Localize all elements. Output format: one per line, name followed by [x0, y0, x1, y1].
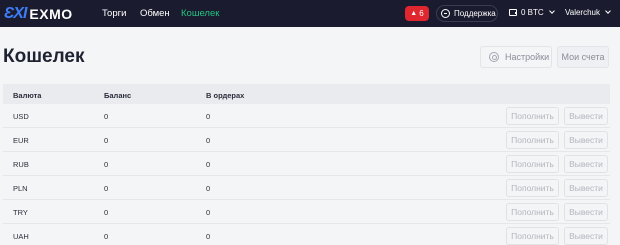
username: Valerchuk — [565, 8, 600, 17]
in-orders-cell: 0 — [206, 184, 211, 193]
column-header-balance: Баланс — [104, 91, 132, 100]
logo-text: EXMO — [29, 5, 73, 22]
in-orders-cell: 0 — [206, 232, 211, 241]
wallet-table: Валюта Баланс В ордерах USD 0 0 Пополнит… — [3, 84, 610, 245]
column-header-currency: Валюта — [13, 91, 42, 100]
nav-link-trading[interactable]: Торги — [102, 8, 126, 19]
balance-label: 0 BTC — [521, 8, 544, 17]
currency-cell: RUB — [13, 160, 29, 169]
balance-cell: 0 — [104, 232, 109, 241]
deposit-button[interactable]: Пополнить — [506, 203, 559, 221]
chat-icon — [441, 9, 450, 18]
deposit-button[interactable]: Пополнить — [506, 155, 559, 173]
chevron-down-icon — [548, 8, 555, 14]
in-orders-cell: 0 — [206, 160, 211, 169]
support-label: Поддержка — [454, 9, 496, 18]
withdraw-button[interactable]: Вывести — [564, 227, 608, 245]
wallet-icon — [509, 9, 517, 16]
balance-cell: 0 — [104, 136, 109, 145]
currency-cell: EUR — [13, 136, 29, 145]
currency-cell: UAH — [13, 232, 29, 241]
nav-link-wallet[interactable]: Кошелек — [181, 8, 219, 19]
megaphone-icon: ▲ — [410, 10, 418, 17]
notifications-count: 6 — [419, 9, 424, 18]
page-title: Кошелек — [3, 46, 85, 67]
in-orders-cell: 0 — [206, 208, 211, 217]
in-orders-cell: 0 — [206, 112, 211, 121]
table-row: UAH 0 0 Пополнить Вывести — [3, 224, 610, 245]
my-accounts-button[interactable]: Мои счета — [557, 46, 609, 68]
withdraw-button[interactable]: Вывести — [564, 179, 608, 197]
deposit-button[interactable]: Пополнить — [506, 227, 559, 245]
table-row: TRY 0 0 Пополнить Вывести — [3, 200, 610, 224]
gear-icon — [489, 52, 499, 62]
in-orders-cell: 0 — [206, 136, 211, 145]
table-row: EUR 0 0 Пополнить Вывести — [3, 128, 610, 152]
balance-cell: 0 — [104, 184, 109, 193]
withdraw-button[interactable]: Вывести — [564, 131, 608, 149]
balance-cell: 0 — [104, 208, 109, 217]
deposit-button[interactable]: Пополнить — [506, 179, 559, 197]
user-menu[interactable]: Valerchuk — [565, 8, 611, 17]
currency-cell: PLN — [13, 184, 28, 193]
withdraw-button[interactable]: Вывести — [564, 203, 608, 221]
table-row: USD 0 0 Пополнить Вывести — [3, 104, 610, 128]
top-navigation-bar: ƐXI EXMO Торги Обмен Кошелек ▲ 6 Поддерж… — [0, 0, 620, 27]
nav-link-exchange[interactable]: Обмен — [140, 8, 170, 19]
chevron-down-icon — [605, 8, 611, 14]
table-row: RUB 0 0 Пополнить Вывести — [3, 152, 610, 176]
withdraw-button[interactable]: Вывести — [564, 155, 608, 173]
balance-cell: 0 — [104, 160, 109, 169]
balance-dropdown[interactable]: 0 BTC — [509, 8, 555, 17]
deposit-button[interactable]: Пополнить — [506, 131, 559, 149]
table-header: Валюта Баланс В ордерах — [3, 84, 610, 104]
currency-cell: TRY — [13, 208, 28, 217]
column-header-in-orders: В ордерах — [206, 91, 245, 100]
logo-mark: ƐXI — [4, 4, 27, 22]
notifications-button[interactable]: ▲ 6 — [405, 6, 429, 21]
my-accounts-label: Мои счета — [561, 52, 605, 62]
support-button[interactable]: Поддержка — [436, 5, 498, 22]
table-row: PLN 0 0 Пополнить Вывести — [3, 176, 610, 200]
settings-button[interactable]: Настройки — [480, 46, 552, 68]
exmo-logo[interactable]: ƐXI EXMO — [4, 5, 73, 22]
currency-cell: USD — [13, 112, 29, 121]
settings-label: Настройки — [505, 52, 550, 62]
deposit-button[interactable]: Пополнить — [506, 107, 559, 125]
balance-cell: 0 — [104, 112, 109, 121]
withdraw-button[interactable]: Вывести — [564, 107, 608, 125]
